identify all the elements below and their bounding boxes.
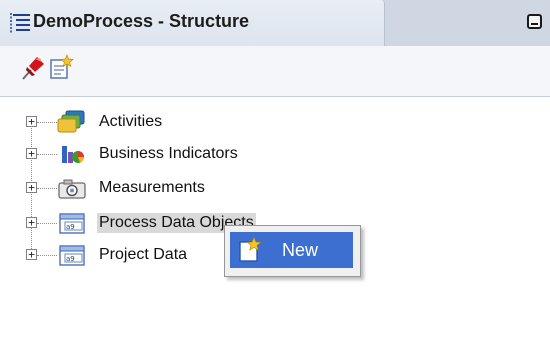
- minimize-button[interactable]: [527, 14, 542, 29]
- data-object-icon: a9: [56, 211, 88, 235]
- window-title: DemoProcess - Structure: [33, 11, 250, 31]
- note-new-icon[interactable]: [48, 54, 74, 82]
- context-menu: New: [224, 225, 361, 277]
- expand-icon[interactable]: +: [26, 217, 37, 228]
- tree-item-measurements[interactable]: + Measurements: [0, 173, 550, 203]
- data-object-icon: a9: [56, 243, 88, 267]
- expand-icon[interactable]: +: [26, 249, 37, 260]
- tree-item-label: Business Indicators: [99, 145, 238, 162]
- activities-icon: [56, 110, 88, 134]
- title-bar: DemoProcess - Structure: [0, 0, 550, 47]
- svg-text:a9: a9: [66, 223, 75, 231]
- toolbar: [0, 46, 550, 97]
- tree-item-business-indicators[interactable]: + Business Indicators: [0, 139, 550, 169]
- svg-text:a9: a9: [66, 255, 75, 263]
- context-menu-item-label: New: [282, 240, 319, 260]
- camera-icon: [56, 176, 88, 200]
- tree-item-activities[interactable]: + Activities: [0, 107, 550, 137]
- structure-icon: [8, 11, 32, 35]
- context-menu-item-new[interactable]: New: [230, 232, 353, 268]
- expand-icon[interactable]: +: [26, 116, 37, 127]
- tree-item-label: Activities: [99, 113, 163, 130]
- structure-tab[interactable]: DemoProcess - Structure: [0, 0, 385, 47]
- tree-item-label: Measurements: [99, 179, 205, 196]
- business-indicators-icon: [56, 142, 88, 166]
- new-icon: [238, 236, 264, 263]
- pin-icon[interactable]: [20, 54, 46, 82]
- expand-icon[interactable]: +: [26, 182, 37, 193]
- expand-icon[interactable]: +: [26, 148, 37, 159]
- tree-item-label: Project Data: [99, 246, 188, 263]
